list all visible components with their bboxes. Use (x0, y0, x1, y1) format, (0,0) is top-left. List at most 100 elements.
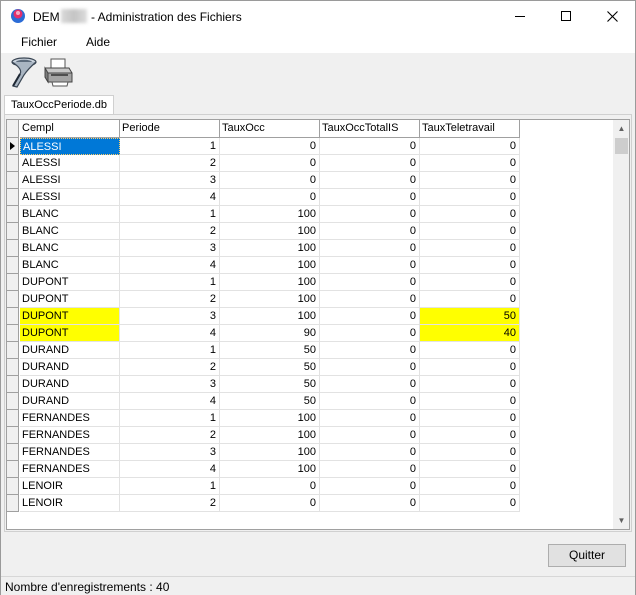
grid-cell-cempl[interactable]: FERNANDES (20, 444, 120, 461)
grid-cell-cempl[interactable]: DURAND (20, 376, 120, 393)
grid-cell-periode[interactable]: 2 (120, 223, 220, 240)
grid-cell-periode[interactable]: 2 (120, 155, 220, 172)
grid-cell-tauxteletravail[interactable]: 0 (420, 172, 520, 189)
grid-cell-periode[interactable]: 3 (120, 172, 220, 189)
grid-cell-cempl[interactable]: LENOIR (20, 495, 120, 512)
grid-cell-tauxocctotalis[interactable]: 0 (320, 172, 420, 189)
row-indicator[interactable] (7, 359, 19, 376)
grid-cell-cempl[interactable]: FERNANDES (20, 427, 120, 444)
grid-cell-tauxocc[interactable]: 0 (220, 138, 320, 155)
grid-cell-tauxteletravail[interactable]: 0 (420, 257, 520, 274)
grid-cell-tauxteletravail[interactable]: 0 (420, 359, 520, 376)
grid-cell-cempl[interactable]: ALESSI (20, 155, 120, 172)
grid-cell-cempl[interactable]: DUPONT (20, 274, 120, 291)
row-indicator[interactable] (7, 478, 19, 495)
grid-cell-periode[interactable]: 1 (120, 342, 220, 359)
grid-cell-tauxocctotalis[interactable]: 0 (320, 444, 420, 461)
grid-cell-periode[interactable]: 3 (120, 376, 220, 393)
grid-cell-tauxocctotalis[interactable]: 0 (320, 240, 420, 257)
column-header-tauxteletravail[interactable]: TauxTeletravail (420, 120, 520, 138)
grid-cell-tauxocc[interactable]: 100 (220, 427, 320, 444)
grid-cell-tauxteletravail[interactable]: 0 (420, 444, 520, 461)
grid-cell-cempl[interactable]: ALESSI (20, 138, 120, 155)
grid-cell-periode[interactable]: 1 (120, 478, 220, 495)
grid-cell-tauxteletravail[interactable]: 0 (420, 478, 520, 495)
grid-cell-tauxocctotalis[interactable]: 0 (320, 393, 420, 410)
grid-cell-cempl[interactable]: ALESSI (20, 172, 120, 189)
grid-cell-tauxocc[interactable]: 100 (220, 257, 320, 274)
row-indicator[interactable] (7, 240, 19, 257)
maximize-button[interactable] (543, 1, 589, 31)
grid-cell-periode[interactable]: 3 (120, 308, 220, 325)
data-grid[interactable]: ▲ ▼ Cempl Periode TauxOcc TauxOccTotalIS Tau… (6, 119, 630, 530)
grid-cell-periode[interactable]: 4 (120, 325, 220, 342)
grid-cell-tauxocc[interactable]: 50 (220, 393, 320, 410)
grid-cell-tauxteletravail[interactable]: 0 (420, 376, 520, 393)
grid-cell-tauxocctotalis[interactable]: 0 (320, 478, 420, 495)
grid-cell-tauxocctotalis[interactable]: 0 (320, 461, 420, 478)
grid-cell-tauxocctotalis[interactable]: 0 (320, 189, 420, 206)
grid-cell-tauxocc[interactable]: 100 (220, 308, 320, 325)
grid-cell-tauxocctotalis[interactable]: 0 (320, 359, 420, 376)
grid-cell-periode[interactable]: 3 (120, 444, 220, 461)
grid-cell-cempl[interactable]: DURAND (20, 393, 120, 410)
print-button[interactable] (41, 55, 75, 89)
grid-cell-periode[interactable]: 2 (120, 495, 220, 512)
grid-cell-tauxocc[interactable]: 100 (220, 240, 320, 257)
column-header-periode[interactable]: Periode (120, 120, 220, 138)
menu-fichier[interactable]: Fichier (21, 35, 57, 49)
grid-cell-tauxocc[interactable]: 100 (220, 461, 320, 478)
menu-aide[interactable]: Aide (86, 35, 110, 49)
row-indicator[interactable] (7, 189, 19, 206)
quit-button[interactable]: Quitter (548, 544, 626, 567)
row-indicator[interactable] (7, 393, 19, 410)
row-indicator[interactable] (7, 410, 19, 427)
grid-cell-tauxocctotalis[interactable]: 0 (320, 495, 420, 512)
grid-cell-cempl[interactable]: BLANC (20, 240, 120, 257)
grid-cell-tauxocc[interactable]: 0 (220, 155, 320, 172)
grid-cell-periode[interactable]: 1 (120, 410, 220, 427)
row-indicator[interactable] (7, 325, 19, 342)
grid-cell-cempl[interactable]: DURAND (20, 359, 120, 376)
grid-cell-tauxteletravail[interactable]: 0 (420, 206, 520, 223)
grid-cell-tauxocctotalis[interactable]: 0 (320, 376, 420, 393)
grid-cell-tauxocc[interactable]: 0 (220, 172, 320, 189)
close-button[interactable] (589, 1, 635, 31)
grid-cell-tauxteletravail[interactable]: 0 (420, 393, 520, 410)
grid-cell-tauxocc[interactable]: 90 (220, 325, 320, 342)
scroll-thumb[interactable] (615, 138, 628, 154)
grid-cell-tauxocctotalis[interactable]: 0 (320, 223, 420, 240)
grid-cell-tauxocc[interactable]: 50 (220, 376, 320, 393)
grid-cell-tauxteletravail[interactable]: 0 (420, 274, 520, 291)
grid-cell-tauxocctotalis[interactable]: 0 (320, 427, 420, 444)
row-indicator[interactable] (7, 274, 19, 291)
grid-cell-tauxteletravail[interactable]: 0 (420, 223, 520, 240)
grid-cell-tauxteletravail[interactable]: 0 (420, 291, 520, 308)
grid-cell-cempl[interactable]: BLANC (20, 257, 120, 274)
grid-cell-tauxocctotalis[interactable]: 0 (320, 138, 420, 155)
row-indicator[interactable] (7, 376, 19, 393)
grid-cell-cempl[interactable]: LENOIR (20, 478, 120, 495)
grid-cell-periode[interactable]: 2 (120, 291, 220, 308)
column-header-tauxocctotalis[interactable]: TauxOccTotalIS (320, 120, 420, 138)
grid-cell-tauxocc[interactable]: 50 (220, 342, 320, 359)
tab-tauxoccperiode[interactable]: TauxOccPeriode.db (4, 95, 114, 115)
grid-cell-cempl[interactable]: FERNANDES (20, 461, 120, 478)
grid-cell-tauxocc[interactable]: 0 (220, 189, 320, 206)
grid-cell-tauxteletravail[interactable]: 0 (420, 427, 520, 444)
row-indicator[interactable] (7, 138, 19, 155)
row-indicator[interactable] (7, 427, 19, 444)
grid-cell-tauxteletravail[interactable]: 0 (420, 410, 520, 427)
grid-cell-tauxocctotalis[interactable]: 0 (320, 342, 420, 359)
row-indicator[interactable] (7, 291, 19, 308)
grid-cell-periode[interactable]: 3 (120, 240, 220, 257)
grid-cell-tauxteletravail[interactable]: 0 (420, 342, 520, 359)
row-indicator[interactable] (7, 444, 19, 461)
row-indicator[interactable] (7, 342, 19, 359)
scroll-down-button[interactable]: ▼ (613, 512, 629, 529)
minimize-button[interactable] (497, 1, 543, 31)
grid-cell-tauxocctotalis[interactable]: 0 (320, 410, 420, 427)
grid-cell-cempl[interactable]: DUPONT (20, 325, 120, 342)
grid-cell-tauxocctotalis[interactable]: 0 (320, 206, 420, 223)
vertical-scrollbar[interactable]: ▲ ▼ (613, 120, 629, 529)
